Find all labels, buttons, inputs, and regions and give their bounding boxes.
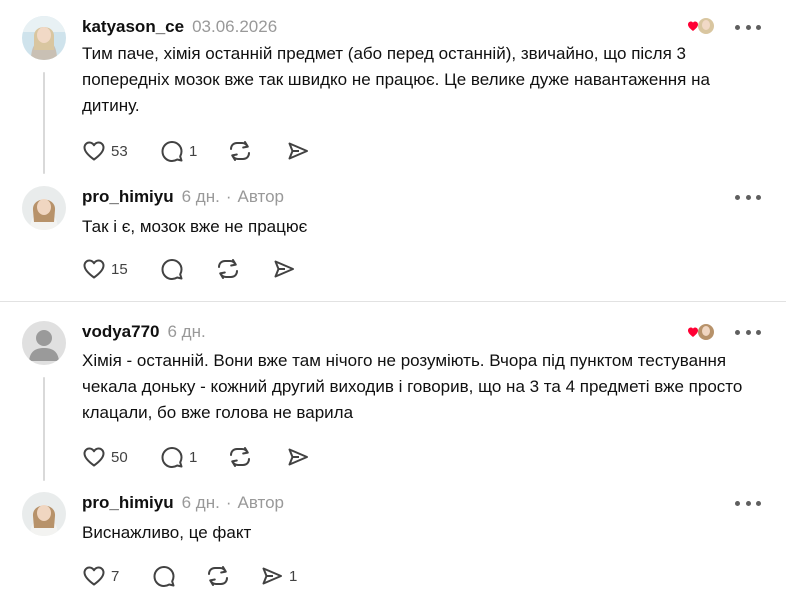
author-badge: Автор (237, 187, 285, 206)
speech-bubble-icon (161, 447, 183, 468)
share-count: 1 (289, 567, 298, 585)
like-button[interactable]: 15 (82, 256, 160, 282)
like-count: 50 (111, 448, 128, 466)
share-button[interactable] (286, 138, 326, 164)
reply-button[interactable]: 1 (160, 138, 228, 164)
username[interactable]: vodya770 (82, 322, 160, 342)
comment-text: Тим паче, хімія останній предмет (або пе… (82, 44, 710, 115)
more-dots-icon[interactable] (735, 21, 761, 33)
share-button[interactable] (272, 256, 312, 282)
comment-actions: 50 1 (82, 444, 326, 470)
more-dots-icon[interactable] (735, 497, 761, 509)
share-button[interactable] (286, 444, 326, 470)
timestamp[interactable]: 03.06.2026 (192, 17, 277, 37)
repost-arrows-icon (218, 259, 238, 279)
comment-header: katyason_ce 03.06.2026 (82, 16, 277, 38)
more-dots-icon[interactable] (735, 326, 761, 338)
timestamp[interactable]: 6 дн. (182, 187, 220, 207)
more-dots-icon[interactable] (735, 191, 761, 203)
separator-dot: · (225, 493, 232, 512)
reply-count: 1 (189, 448, 198, 466)
comment-header: pro_himiyu 6 дн. · Автор (82, 492, 284, 514)
thread-line (43, 377, 45, 481)
timestamp[interactable]: 6 дн. (182, 493, 220, 513)
heart-icon (83, 141, 105, 161)
heart-icon (83, 259, 105, 279)
avatar-photo-icon[interactable] (22, 16, 66, 60)
thread-divider (0, 301, 786, 302)
like-count: 15 (111, 260, 128, 278)
heart-icon (83, 447, 105, 467)
repost-arrows-icon (208, 566, 228, 586)
comment-text: Так і є, мозок вже не працює (82, 217, 308, 236)
speech-bubble-icon (153, 566, 175, 587)
timestamp[interactable]: 6 дн. (168, 322, 206, 342)
repost-button[interactable] (228, 444, 286, 470)
repost-button[interactable] (228, 138, 286, 164)
reply-count: 1 (189, 142, 198, 160)
comment-text: Виснажливо, це факт (82, 523, 252, 542)
reply-button[interactable] (160, 256, 216, 282)
comment-header: pro_himiyu 6 дн. · Автор (82, 186, 284, 208)
send-icon (262, 567, 282, 585)
repost-button[interactable] (206, 563, 260, 589)
like-button[interactable]: 50 (82, 444, 160, 470)
comment-actions: 7 1 (82, 563, 310, 589)
default-avatar-icon[interactable] (22, 321, 66, 365)
send-icon (288, 142, 308, 160)
comment-text: Хімія - останній. Вони вже там нічого не… (82, 351, 743, 422)
like-count: 53 (111, 142, 128, 160)
reply-button[interactable] (152, 563, 206, 589)
author-liked-heart-icon (688, 16, 718, 36)
avatar-photo-icon[interactable] (22, 492, 66, 536)
speech-bubble-icon (161, 141, 183, 162)
author-badge: Автор (237, 493, 285, 512)
repost-button[interactable] (216, 256, 272, 282)
thread-line (43, 72, 45, 174)
repost-arrows-icon (230, 141, 250, 161)
send-icon (274, 260, 294, 278)
username[interactable]: pro_himiyu (82, 493, 174, 513)
author-liked-heart-icon (688, 322, 718, 342)
comment-header: vodya770 6 дн. (82, 321, 206, 343)
repost-arrows-icon (230, 447, 250, 467)
username[interactable]: pro_himiyu (82, 187, 174, 207)
reply-button[interactable]: 1 (160, 444, 228, 470)
like-count: 7 (111, 567, 120, 585)
comment-actions: 53 1 (82, 138, 326, 164)
separator-dot: · (225, 187, 232, 206)
comment-actions: 15 (82, 256, 312, 282)
username[interactable]: katyason_ce (82, 17, 184, 37)
send-icon (288, 448, 308, 466)
like-button[interactable]: 53 (82, 138, 160, 164)
share-button[interactable]: 1 (260, 563, 310, 589)
heart-icon (83, 566, 105, 586)
like-button[interactable]: 7 (82, 563, 152, 589)
avatar-photo-icon[interactable] (22, 186, 66, 230)
speech-bubble-icon (161, 259, 183, 280)
